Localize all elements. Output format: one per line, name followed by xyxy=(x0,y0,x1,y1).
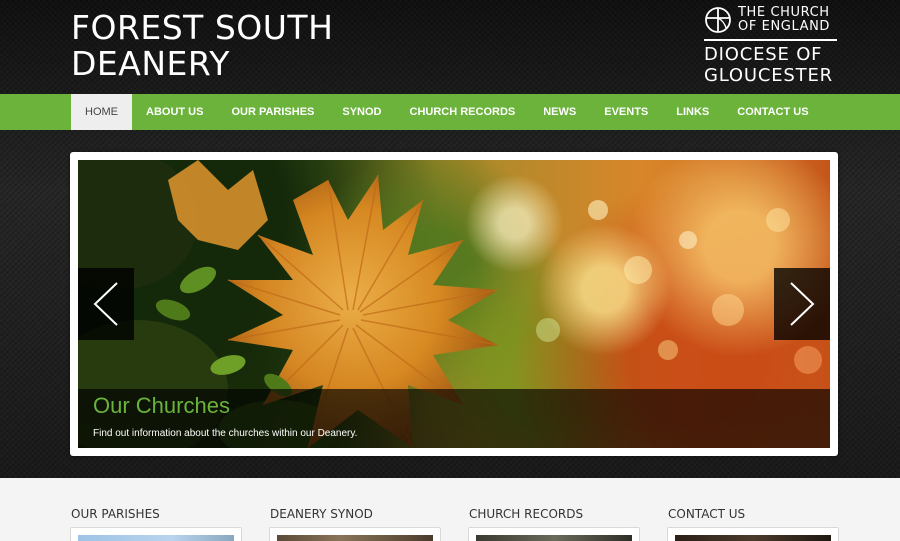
slide-caption-text: Find out information about the churches … xyxy=(93,428,358,439)
col-title-contact: CONTACT US xyxy=(668,507,746,521)
hero-slider: Our Churches Find out information about … xyxy=(70,152,838,456)
coe-line2: OF ENGLAND xyxy=(738,19,831,34)
nav-item-links[interactable]: LINKS xyxy=(662,94,723,130)
diocese-line2: GLOUCESTER xyxy=(704,65,833,86)
church-of-england-icon xyxy=(705,7,731,33)
coe-line1: THE CHURCH xyxy=(738,5,830,20)
col-title-parishes: OUR PARISHES xyxy=(71,507,160,521)
chevron-left-icon xyxy=(93,282,118,326)
synod-thumbnail[interactable] xyxy=(269,527,441,541)
col-title-synod: DEANERY SYNOD xyxy=(270,507,373,521)
main-navbar: HOME ABOUT US OUR PARISHES SYNOD CHURCH RECO… xyxy=(0,94,900,130)
diocese-logo[interactable]: THE CHURCH OF ENGLAND DIOCESE OF GLOUCES… xyxy=(704,6,844,86)
slide-caption: Our Churches Find out information about … xyxy=(78,389,830,448)
slider-prev-button[interactable] xyxy=(78,268,134,340)
nav-item-about-us[interactable]: ABOUT US xyxy=(132,94,217,130)
nav-item-synod[interactable]: SYNOD xyxy=(328,94,395,130)
col-title-records: CHURCH RECORDS xyxy=(469,507,584,521)
nav-item-home[interactable]: HOME xyxy=(71,94,132,130)
records-thumbnail[interactable] xyxy=(468,527,640,541)
site-title[interactable]: FOREST SOUTH DEANERY xyxy=(71,10,401,82)
contact-image xyxy=(675,535,831,541)
synod-image xyxy=(277,535,433,541)
nav-item-news[interactable]: NEWS xyxy=(529,94,590,130)
site-title-line1: FOREST SOUTH xyxy=(71,8,334,47)
diocese-line1: DIOCESE OF xyxy=(704,44,823,65)
content-section: OUR PARISHES DEANERY SYNOD CHURCH RECORD… xyxy=(0,478,900,541)
nav-item-contact-us[interactable]: CONTACT US xyxy=(723,94,822,130)
slider-next-button[interactable] xyxy=(774,268,830,340)
site-title-line2: DEANERY xyxy=(71,44,230,83)
nav-item-events[interactable]: EVENTS xyxy=(590,94,662,130)
chevron-right-icon xyxy=(790,282,815,326)
nav-item-our-parishes[interactable]: OUR PARISHES xyxy=(217,94,328,130)
contact-thumbnail[interactable] xyxy=(667,527,839,541)
slide-image: Our Churches Find out information about … xyxy=(78,160,830,448)
slide-caption-title[interactable]: Our Churches xyxy=(93,393,230,419)
main-nav: HOME ABOUT US OUR PARISHES SYNOD CHURCH RECO… xyxy=(71,94,823,130)
parishes-thumbnail[interactable] xyxy=(70,527,242,541)
diocese-divider xyxy=(704,39,837,41)
records-image xyxy=(476,535,632,541)
parishes-image xyxy=(78,535,234,541)
nav-item-church-records[interactable]: CHURCH RECORDS xyxy=(396,94,530,130)
